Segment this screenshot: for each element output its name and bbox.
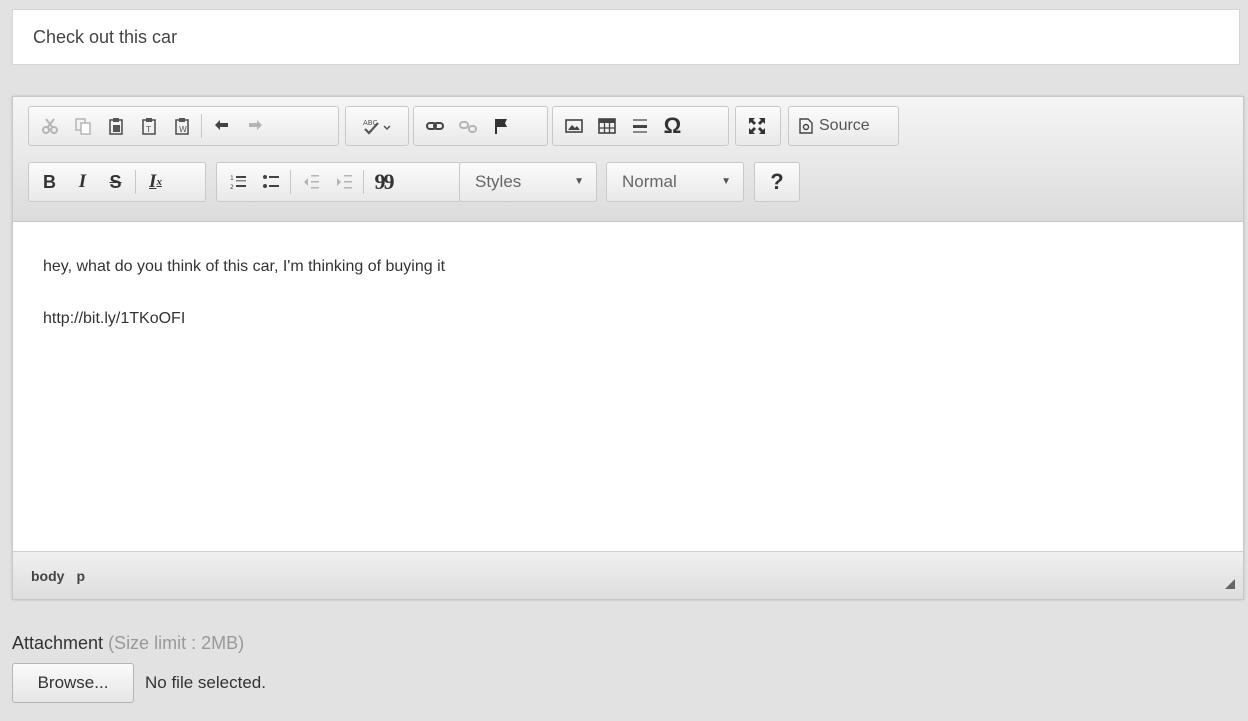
source-label: Source [819,117,870,134]
svg-text:T: T [145,125,151,134]
editor-toolbar: T W ABC Ω Source B I S I x 1 2 99 Styles… [13,97,1243,222]
browse-button[interactable]: Browse... [12,663,134,703]
maximize-icon[interactable] [740,110,773,142]
basic-styles-group: B I S Ix [28,162,206,202]
bulleted-list-icon[interactable] [254,166,287,198]
content-link-text[interactable]: http://bit.ly/1TKoOFI [43,310,1213,328]
special-char-glyph: Ω [663,113,682,138]
content-paragraph[interactable]: hey, what do you think of this car, I'm … [43,258,1213,276]
chevron-down-icon: ▼ [721,176,731,187]
cut-icon[interactable] [33,110,66,142]
toolbar-separator [290,170,291,194]
toolbar-separator [135,170,136,194]
subject-input[interactable] [12,9,1240,65]
toolbar-separator [201,114,202,138]
link-icon[interactable] [418,110,451,142]
svg-text:2: 2 [230,184,234,191]
styles-dropdown-label: Styles [475,172,522,191]
horizontal-rule-icon[interactable] [623,110,656,142]
format-dropdown-label: Normal [622,172,677,191]
special-char-icon[interactable]: Ω [656,110,689,142]
insert-group: Ω [552,106,729,146]
svg-text:W: W [179,125,187,134]
attachment-title: Attachment [12,633,104,653]
paste-word-icon[interactable]: W [165,110,198,142]
blockquote-button[interactable]: 99 [367,166,400,198]
copy-icon[interactable] [66,110,99,142]
maximize-group [735,106,781,146]
element-path-p[interactable]: p [76,568,85,584]
redo-icon[interactable] [238,110,271,142]
spellcheck-icon[interactable]: ABC [350,110,404,142]
anchor-icon[interactable] [484,110,517,142]
outdent-icon[interactable] [294,166,327,198]
paste-text-icon[interactable]: T [132,110,165,142]
source-group: Source [788,106,899,146]
format-dropdown[interactable]: Normal ▼ [606,162,744,202]
help-group: ? [754,162,800,202]
indent-icon[interactable] [327,166,360,198]
chevron-down-icon: ▼ [574,176,584,187]
no-file-status: No file selected. [145,673,266,692]
source-icon [799,118,813,134]
attachment-label: Attachment (Size limit : 2MB) [12,633,244,654]
source-button[interactable]: Source [793,117,870,135]
paste-icon[interactable] [99,110,132,142]
element-path-body[interactable]: body [31,568,64,584]
rich-text-editor: T W ABC Ω Source B I S I x 1 2 99 Styles… [12,96,1244,600]
bold-button[interactable]: B [33,166,66,198]
clipboard-group: T W [28,106,339,146]
undo-icon[interactable] [205,110,238,142]
editor-status-bar: body p [13,551,1243,599]
italic-button[interactable]: I [66,166,99,198]
remove-format-sub: x [156,176,162,188]
toolbar-separator [363,170,364,194]
table-icon[interactable] [590,110,623,142]
numbered-list-icon[interactable]: 12 [221,166,254,198]
paragraph-group: 12 99 [216,162,461,202]
help-button[interactable]: ? [761,166,794,198]
links-group [413,106,548,146]
strikethrough-button[interactable]: S [99,166,132,198]
styles-dropdown[interactable]: Styles ▼ [459,162,597,202]
unlink-icon[interactable] [451,110,484,142]
svg-text:1: 1 [230,175,234,182]
spellcheck-group: ABC [345,106,409,146]
remove-format-button[interactable]: Ix [139,166,172,198]
image-icon[interactable] [557,110,590,142]
editor-content[interactable]: hey, what do you think of this car, I'm … [13,222,1243,552]
attachment-size-hint: (Size limit : 2MB) [108,633,245,653]
resize-handle-icon[interactable] [1225,579,1235,589]
